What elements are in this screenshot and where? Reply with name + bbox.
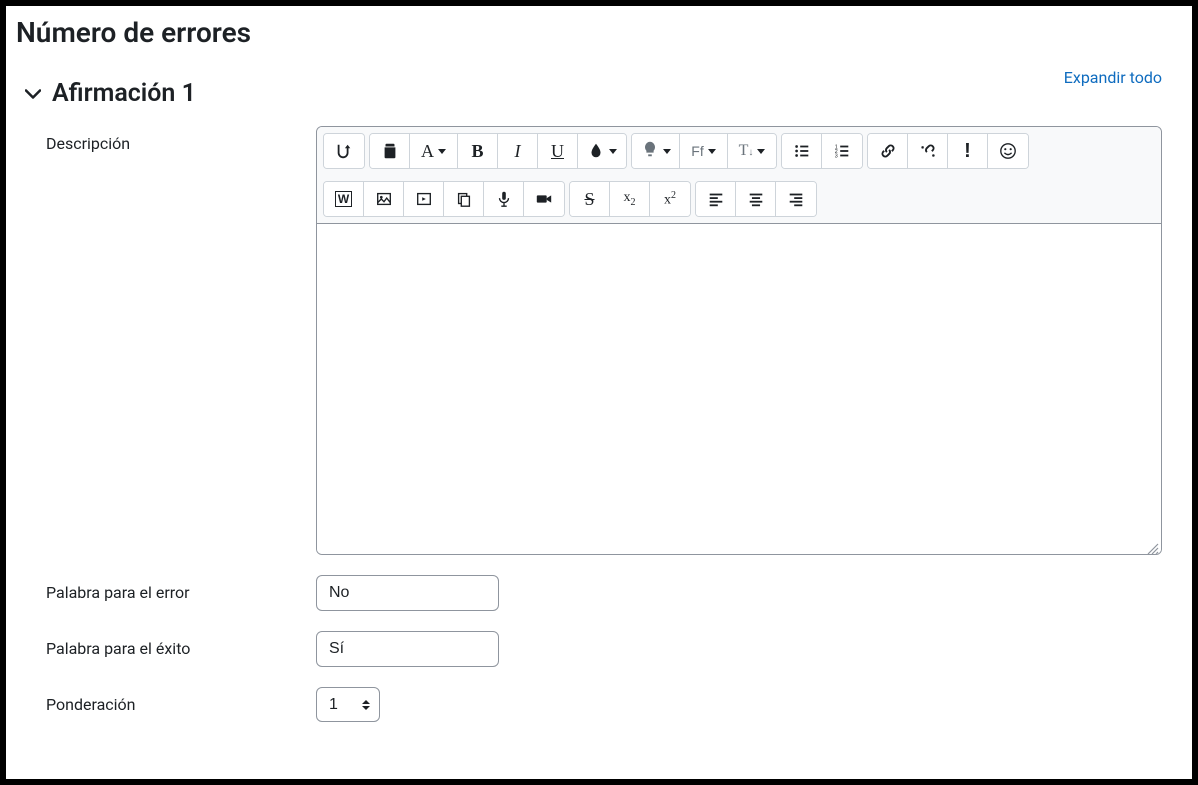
media-button[interactable] bbox=[404, 182, 444, 216]
image-button[interactable] bbox=[364, 182, 404, 216]
copy-button[interactable] bbox=[444, 182, 484, 216]
expand-all-link[interactable]: Expandir todo bbox=[1064, 68, 1162, 87]
font-style-dropdown[interactable]: A bbox=[410, 134, 458, 168]
error-word-input[interactable] bbox=[316, 575, 499, 611]
word-button[interactable]: W bbox=[324, 182, 364, 216]
italic-button[interactable]: I bbox=[498, 134, 538, 168]
unlink-button[interactable] bbox=[908, 134, 948, 168]
error-word-label: Palabra para el error bbox=[16, 575, 316, 611]
bold-button[interactable]: B bbox=[458, 134, 498, 168]
weight-label: Ponderación bbox=[16, 687, 316, 722]
align-left-button[interactable] bbox=[696, 182, 736, 216]
superscript-button[interactable]: x2 bbox=[650, 182, 690, 216]
success-word-label: Palabra para el éxito bbox=[16, 631, 316, 667]
microphone-button[interactable] bbox=[484, 182, 524, 216]
editor-toolbar: A B I U bbox=[317, 127, 1161, 224]
important-button[interactable]: ! bbox=[948, 134, 988, 168]
video-button[interactable] bbox=[524, 182, 564, 216]
section-toggle[interactable]: Afirmación 1 bbox=[24, 79, 1162, 108]
toolbar-toggle-button[interactable] bbox=[324, 134, 364, 168]
font-family-dropdown[interactable]: Ff bbox=[680, 134, 728, 168]
font-size-dropdown[interactable]: T↓ bbox=[728, 134, 776, 168]
underline-button[interactable]: U bbox=[538, 134, 578, 168]
page-title: Número de errores bbox=[16, 16, 1162, 49]
subscript-button[interactable]: x2 bbox=[610, 182, 650, 216]
description-label: Descripción bbox=[16, 126, 316, 555]
link-button[interactable] bbox=[868, 134, 908, 168]
paste-button[interactable] bbox=[370, 134, 410, 168]
chevron-down-icon bbox=[24, 85, 42, 103]
unordered-list-button[interactable] bbox=[782, 134, 822, 168]
rich-text-editor: A B I U bbox=[316, 126, 1162, 555]
text-color-dropdown[interactable] bbox=[578, 134, 626, 168]
weight-select[interactable]: 1 bbox=[316, 687, 380, 722]
strikethrough-button[interactable]: S bbox=[570, 182, 610, 216]
editor-content-area[interactable] bbox=[317, 224, 1161, 554]
success-word-input[interactable] bbox=[316, 631, 499, 667]
svg-text:3: 3 bbox=[835, 153, 838, 159]
section-title: Afirmación 1 bbox=[52, 79, 196, 108]
hint-dropdown[interactable] bbox=[632, 134, 680, 168]
align-center-button[interactable] bbox=[736, 182, 776, 216]
ordered-list-button[interactable]: 123 bbox=[822, 134, 862, 168]
emoji-button[interactable] bbox=[988, 134, 1028, 168]
resize-handle-icon[interactable] bbox=[1147, 540, 1159, 552]
align-right-button[interactable] bbox=[776, 182, 816, 216]
